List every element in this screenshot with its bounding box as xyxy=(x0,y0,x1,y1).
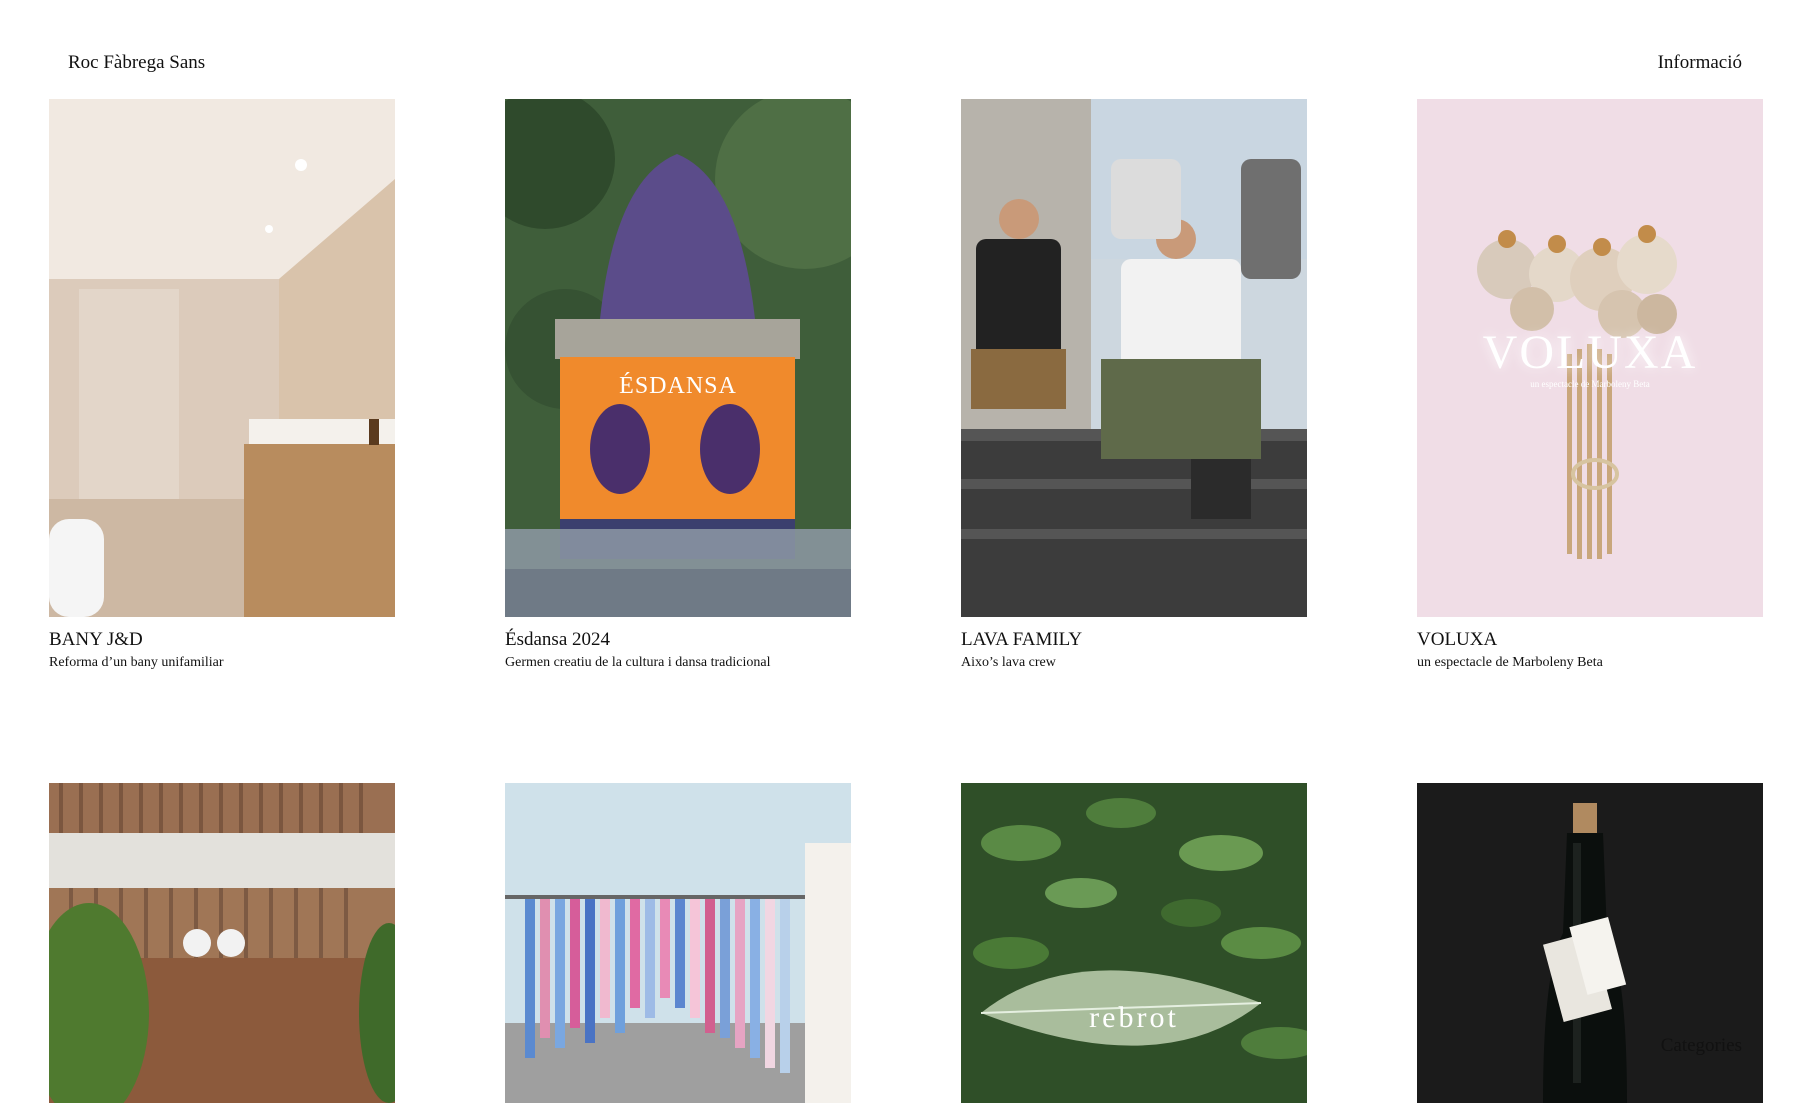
categories-nav-link[interactable]: Categories xyxy=(1661,1035,1742,1057)
project-thumbnail-building[interactable] xyxy=(49,783,395,1103)
project-title: BANY J&D xyxy=(49,629,143,650)
esdansa-poster-text: ÉSDANSA xyxy=(619,373,737,399)
site-title-link[interactable]: Roc Fàbrega Sans xyxy=(68,52,205,74)
project-title: VOLUXA xyxy=(1417,629,1498,650)
project-title: LAVA FAMILY xyxy=(961,629,1083,650)
project-card-voluxa[interactable]: VOLUXA un espectacle de Marboleny Beta V… xyxy=(1417,99,1763,672)
project-subtitle: Germen creatiu de la cultura i dansa tra… xyxy=(505,655,771,670)
project-card-rebrot[interactable]: rebrot xyxy=(961,783,1307,1103)
project-card-esdansa[interactable]: ÉSDANSA Ésdansa 2024 Germen creatiu de l… xyxy=(505,99,851,672)
project-subtitle: un espectacle de Marboleny Beta xyxy=(1417,655,1603,670)
project-subtitle: Aixo’s lava crew xyxy=(961,655,1056,670)
voluxa-poster-text: VOLUXA xyxy=(1482,326,1698,379)
project-thumbnail-voluxa[interactable]: VOLUXA un espectacle de Marboleny Beta xyxy=(1417,99,1763,617)
project-thumbnail-bany[interactable] xyxy=(49,99,395,617)
rebrot-leaf-text: rebrot xyxy=(1089,1001,1179,1034)
project-card-fabric[interactable] xyxy=(505,783,851,1103)
info-nav-link[interactable]: Informació xyxy=(1658,52,1742,74)
project-card-bany[interactable]: BANY J&D Reforma d’un bany unifamiliar xyxy=(49,99,395,672)
project-thumbnail-esdansa[interactable]: ÉSDANSA xyxy=(505,99,851,617)
voluxa-poster-caption: un espectacle de Marboleny Beta xyxy=(1530,379,1650,389)
project-title: Ésdansa 2024 xyxy=(505,629,611,650)
project-card-lava-family[interactable]: LAVA FAMILY Aixo’s lava crew xyxy=(961,99,1307,672)
project-thumbnail-lava-family[interactable] xyxy=(961,99,1307,617)
project-card-building[interactable] xyxy=(49,783,395,1103)
project-thumbnail-rebrot[interactable]: rebrot xyxy=(961,783,1307,1103)
project-subtitle: Reforma d’un bany unifamiliar xyxy=(49,655,224,670)
project-thumbnail-fabric[interactable] xyxy=(505,783,851,1103)
